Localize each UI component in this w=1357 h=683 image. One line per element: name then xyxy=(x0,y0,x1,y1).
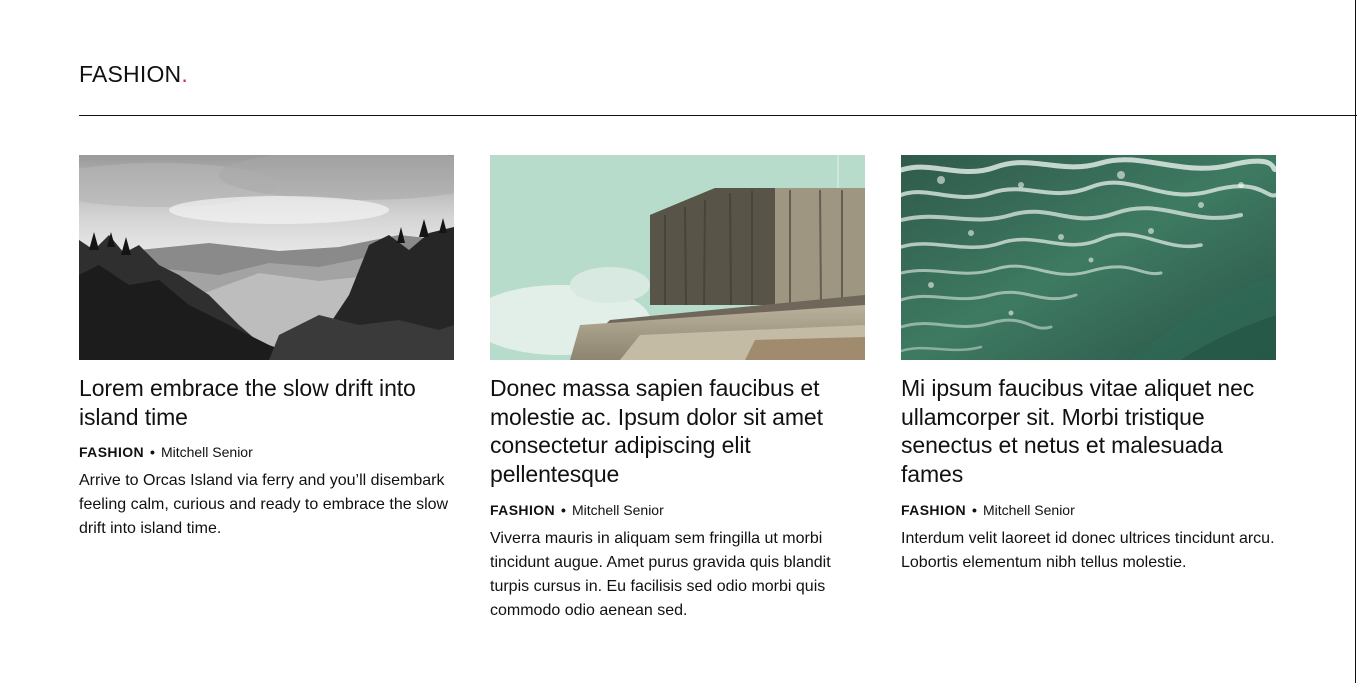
meta-separator: • xyxy=(561,501,566,518)
header-divider xyxy=(79,115,1357,116)
article-card: Mi ipsum faucibus vitae aliquet nec ulla… xyxy=(901,155,1276,575)
ocean-waves-photo-icon xyxy=(901,155,1276,360)
article-title[interactable]: Mi ipsum faucibus vitae aliquet nec ulla… xyxy=(901,374,1276,489)
article-category-link[interactable]: FASHION xyxy=(79,444,144,460)
article-title[interactable]: Lorem embrace the slow drift into island… xyxy=(79,374,454,431)
article-meta: FASHION • Mitchell Senior xyxy=(901,501,1276,519)
section-title-text: FASHION xyxy=(79,61,182,87)
page: FASHION. Lorem embrace the slow drift in… xyxy=(0,0,1357,683)
section-title-dot: . xyxy=(181,61,188,87)
article-grid: Lorem embrace the slow drift into island… xyxy=(79,155,1276,655)
article-card: Lorem embrace the slow drift into island… xyxy=(79,155,454,541)
article-category-link[interactable]: FASHION xyxy=(490,502,555,518)
section-title[interactable]: FASHION. xyxy=(79,58,188,90)
concrete-building-photo-icon xyxy=(490,155,865,360)
article-card: Donec massa sapien faucibus et molestie … xyxy=(490,155,865,623)
article-title[interactable]: Donec massa sapien faucibus et molestie … xyxy=(490,374,865,489)
article-image-link[interactable] xyxy=(490,155,865,360)
article-author-link[interactable]: Mitchell Senior xyxy=(983,502,1075,518)
mountain-landscape-photo-icon xyxy=(79,155,454,360)
meta-separator: • xyxy=(972,501,977,518)
article-excerpt: Interdum velit laoreet id donec ultrices… xyxy=(901,529,1275,571)
page-edge-divider xyxy=(1355,0,1356,683)
meta-separator: • xyxy=(150,444,155,461)
article-meta: FASHION • Mitchell Senior xyxy=(79,443,454,461)
article-category-link[interactable]: FASHION xyxy=(901,502,966,518)
article-author-link[interactable]: Mitchell Senior xyxy=(161,444,253,460)
article-image-link[interactable] xyxy=(79,155,454,360)
article-author-link[interactable]: Mitchell Senior xyxy=(572,502,664,518)
article-meta: FASHION • Mitchell Senior xyxy=(490,501,865,519)
article-image-link[interactable] xyxy=(901,155,1276,360)
article-excerpt: Arrive to Orcas Island via ferry and you… xyxy=(79,472,449,538)
article-excerpt: Viverra mauris in aliquam sem fringilla … xyxy=(490,529,831,619)
